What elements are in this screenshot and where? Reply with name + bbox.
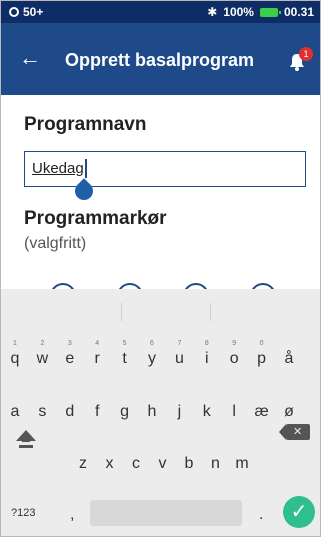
- space-key[interactable]: [90, 500, 242, 526]
- optional-label: (valgfritt): [24, 235, 87, 252]
- key-c[interactable]: c: [128, 455, 144, 473]
- program-name-input[interactable]: Ukedag: [24, 151, 306, 187]
- key-o[interactable]: o9: [226, 340, 242, 368]
- key-hint: 7: [177, 340, 182, 347]
- status-bar: 50+ ✱ 100% 00.31: [1, 1, 320, 23]
- key-å[interactable]: å: [281, 350, 297, 368]
- comma-key[interactable]: ,: [70, 506, 74, 524]
- key-n[interactable]: n: [208, 455, 224, 473]
- key-hint: 1: [13, 340, 17, 347]
- key-hint: 2: [40, 340, 45, 347]
- key-a[interactable]: a: [7, 403, 23, 421]
- back-arrow-icon[interactable]: ←: [19, 47, 41, 69]
- text-caret: [85, 159, 87, 178]
- suggestion-divider: [121, 303, 122, 321]
- period-key[interactable]: .: [259, 506, 263, 524]
- program-marker-label: Programmarkør: [24, 208, 167, 229]
- key-y[interactable]: y6: [144, 340, 160, 368]
- key-s[interactable]: s: [34, 403, 50, 421]
- notification-count: 50+: [23, 5, 44, 19]
- key-hint: 0: [259, 340, 264, 347]
- key-w[interactable]: w2: [34, 340, 50, 368]
- suggestion-bar: [1, 289, 320, 333]
- key-hint: 8: [204, 340, 209, 347]
- suggestion-divider: [210, 303, 211, 321]
- key-i[interactable]: i8: [199, 340, 215, 368]
- key-f[interactable]: f: [89, 403, 105, 421]
- key-p[interactable]: p0: [254, 340, 270, 368]
- battery-icon: [259, 7, 281, 17]
- battery-percent: 100%: [223, 5, 254, 19]
- key-q[interactable]: q1: [7, 340, 23, 368]
- notification-badge: 1: [299, 47, 313, 61]
- program-name-value: Ukedag: [32, 160, 84, 177]
- key-u[interactable]: u7: [171, 340, 187, 368]
- program-name-label: Programnavn: [24, 114, 147, 135]
- page-title: Opprett basalprogram: [65, 50, 255, 70]
- key-hint: 4: [95, 340, 100, 347]
- key-b[interactable]: b: [181, 455, 197, 473]
- key-e[interactable]: e3: [62, 340, 78, 368]
- clock: 00.31: [283, 5, 314, 19]
- symbols-key[interactable]: ?123: [11, 507, 35, 519]
- key-ø[interactable]: ø: [281, 403, 297, 421]
- key-k[interactable]: k: [199, 403, 215, 421]
- notification-icon: [9, 7, 19, 17]
- key-t[interactable]: t5: [117, 340, 133, 368]
- key-j[interactable]: j: [171, 403, 187, 421]
- key-hint: 3: [67, 340, 72, 347]
- shift-icon[interactable]: [15, 428, 37, 450]
- bluetooth-icon: ✱: [207, 5, 218, 19]
- key-v[interactable]: v: [155, 455, 171, 473]
- app-bar: ← Opprett basalprogram 1: [1, 23, 320, 95]
- key-æ[interactable]: æ: [254, 403, 270, 421]
- backspace-icon[interactable]: [279, 424, 310, 440]
- key-hint: 9: [232, 340, 237, 347]
- key-hint: 5: [122, 340, 127, 347]
- key-d[interactable]: d: [62, 403, 78, 421]
- key-r[interactable]: r4: [89, 340, 105, 368]
- key-g[interactable]: g: [117, 403, 133, 421]
- key-z[interactable]: z: [75, 455, 91, 473]
- done-check-icon[interactable]: ✓: [283, 496, 315, 528]
- key-m[interactable]: m: [234, 455, 250, 473]
- key-x[interactable]: x: [102, 455, 118, 473]
- key-h[interactable]: h: [144, 403, 160, 421]
- key-l[interactable]: l: [226, 403, 242, 421]
- key-hint: 6: [150, 340, 154, 347]
